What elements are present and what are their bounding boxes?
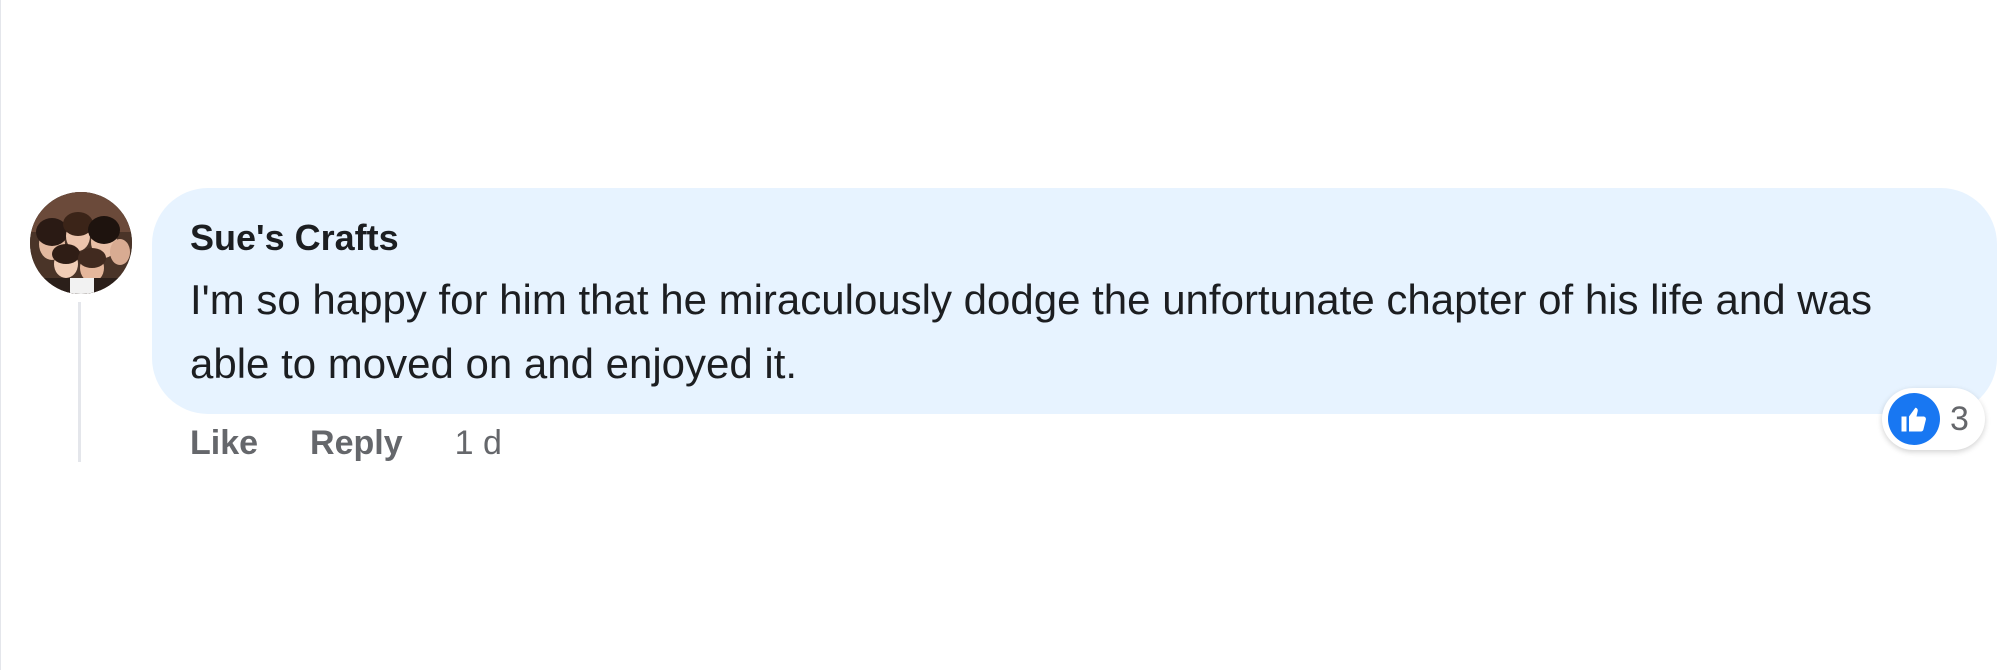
comment-actions: Like Reply 1 d xyxy=(190,418,502,468)
comment-author[interactable]: Sue's Crafts xyxy=(190,216,399,260)
avatar[interactable] xyxy=(30,192,132,294)
thumbs-up-icon xyxy=(1888,393,1940,445)
comment-text: I'm so happy for him that he miraculousl… xyxy=(190,276,1872,387)
avatar-photo xyxy=(30,192,132,294)
like-button[interactable]: Like xyxy=(190,424,258,463)
thread-line xyxy=(78,302,81,462)
comment-bubble: Sue's Crafts I'm so happy for him that h… xyxy=(152,188,1997,414)
reply-button[interactable]: Reply xyxy=(310,424,403,463)
reaction-summary[interactable]: 3 xyxy=(1882,388,1985,450)
reaction-count: 3 xyxy=(1950,399,1969,438)
comment: Sue's Crafts I'm so happy for him that h… xyxy=(0,0,2004,670)
comment-timestamp[interactable]: 1 d xyxy=(455,424,502,463)
